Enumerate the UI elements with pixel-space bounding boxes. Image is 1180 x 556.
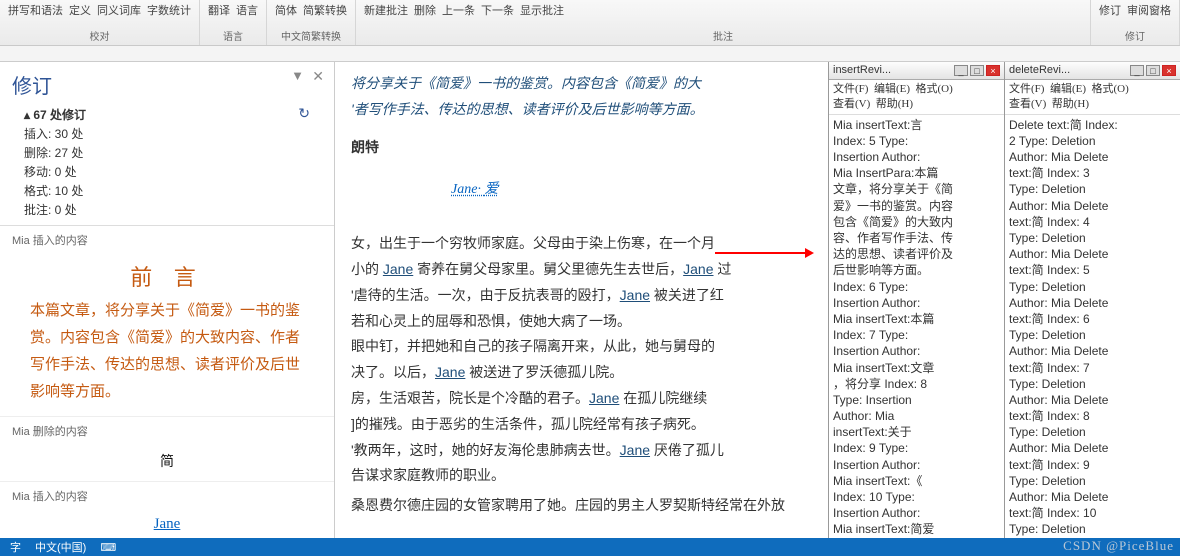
- jane-link[interactable]: Jane: [683, 261, 713, 277]
- jane-link[interactable]: Jane: [435, 364, 465, 380]
- notepad-menu[interactable]: 文件(F) 编辑(E) 格式(O) 查看(V) 帮助(H): [1005, 80, 1180, 115]
- doc-line: 告谋求家庭教师的职业。: [351, 464, 812, 488]
- t: 过: [714, 261, 732, 277]
- cmd-newcomment[interactable]: 新建批注: [364, 2, 408, 18]
- ribbon-group-conv: 简体 简繁转换 中文简繁转换: [267, 0, 356, 45]
- revisions-title: 修订: [12, 70, 322, 99]
- doc-author: 朗特: [351, 136, 812, 160]
- ribbon: 拼写和语法 定义 同义词库 字数统计 校对 翻译 语言 语言 简体 简繁转换 中…: [0, 0, 1180, 46]
- jane-link[interactable]: Jane: [451, 182, 477, 197]
- cmd-language[interactable]: 语言: [236, 2, 258, 18]
- t: 寄养在舅父母家里。舅父里德先生去世后，: [413, 261, 683, 277]
- close-icon[interactable]: ✕: [312, 68, 324, 85]
- rev-item-header: Mia 插入的内容: [0, 481, 334, 506]
- cmd-define[interactable]: 定义: [69, 2, 91, 18]
- delete-notepad: deleteRevi... _□× 文件(F) 编辑(E) 格式(O) 查看(V)…: [1004, 62, 1180, 538]
- jane-link[interactable]: Jane: [383, 261, 413, 277]
- group-label: 语言: [208, 28, 258, 43]
- group-label: 批注: [364, 28, 1082, 43]
- rev-item-header: Mia 插入的内容: [0, 226, 334, 250]
- status-lang[interactable]: 中文(中国): [35, 539, 86, 555]
- min-icon[interactable]: _: [954, 65, 968, 76]
- t: '虐待的生活。一次，由于反抗表哥的殴打，: [351, 287, 620, 303]
- status-bar: 字 中文(中国) ⌨: [0, 538, 1180, 556]
- notepad-title: insertRevi...: [833, 63, 891, 78]
- t: 在孤儿院继续: [619, 390, 707, 406]
- preface-title: 前 言: [30, 260, 304, 292]
- summary-del: 删除: 27 处: [24, 143, 310, 162]
- ai: 爱: [484, 182, 498, 197]
- t: '教两年，这时，她的好友海伦患肺病去世。: [351, 442, 620, 458]
- window-controls: _□×: [954, 65, 1000, 76]
- ribbon-group-comments: 新建批注 删除 上一条 下一条 显示批注 批注: [356, 0, 1091, 45]
- cmd-wordcount[interactable]: 字数统计: [147, 2, 191, 18]
- refresh-icon[interactable]: ↻: [298, 105, 310, 122]
- cmd-thesaurus[interactable]: 同义词库: [97, 2, 141, 18]
- min-icon[interactable]: _: [1130, 65, 1144, 76]
- close-icon[interactable]: ×: [986, 65, 1000, 76]
- notepad-title: deleteRevi...: [1009, 63, 1070, 78]
- preface-body: 本篇文章，将分享关于《简爱》一书的鉴赏。内容包含《简爱》的大致内容、作者写作手法…: [30, 298, 304, 406]
- ribbon-group-language: 翻译 语言 语言: [200, 0, 267, 45]
- ruler: [0, 46, 1180, 62]
- ribbon-group-track: 修订 审阅窗格 修订: [1091, 0, 1180, 45]
- t: 被送进了罗沃德孤儿院。: [465, 364, 623, 380]
- t: 小的: [351, 261, 383, 277]
- notepad-menu[interactable]: 文件(F) 编辑(E) 格式(O) 查看(V) 帮助(H): [829, 80, 1004, 115]
- cmd-simp[interactable]: 简体: [275, 2, 297, 18]
- close-icon[interactable]: ×: [1162, 65, 1176, 76]
- group-label: 修订: [1099, 28, 1171, 43]
- keyboard-icon[interactable]: ⌨: [100, 541, 116, 554]
- t: 决了。以后，: [351, 364, 435, 380]
- jane-link[interactable]: Jane: [620, 287, 650, 303]
- t: 被关进了红: [650, 287, 724, 303]
- summary-move: 移动: 0 处: [24, 162, 310, 181]
- notepad-body[interactable]: Mia insertText:言 Index: 5 Type: Insertio…: [829, 115, 1004, 538]
- rev-item-content[interactable]: 前 言 本篇文章，将分享关于《简爱》一书的鉴赏。内容包含《简爱》的大致内容、作者…: [0, 250, 334, 416]
- summary-count: 67 处修订: [33, 108, 86, 122]
- window-controls: _□×: [1130, 65, 1176, 76]
- notepad-body[interactable]: Delete text:简 Index: 2 Type: Deletion Au…: [1005, 115, 1180, 538]
- cmd-prev[interactable]: 上一条: [442, 2, 475, 18]
- summary-ins: 插入: 30 处: [24, 124, 310, 143]
- doc-line: '者写作手法、传达的思想、读者评价及后世影响等方面。: [351, 98, 812, 122]
- rev-item-content[interactable]: Jane: [0, 506, 334, 538]
- t: 房，生活艰苦，院长是个冷酷的君子。: [351, 390, 589, 406]
- revisions-pane: ▼ ✕ 修订 ↻ ▴ 67 处修订 插入: 30 处 删除: 27 处 移动: …: [0, 62, 335, 538]
- cmd-translate[interactable]: 翻译: [208, 2, 230, 18]
- pin-icon[interactable]: ▼: [291, 68, 304, 83]
- cmd-show[interactable]: 显示批注: [520, 2, 564, 18]
- max-icon[interactable]: □: [1146, 65, 1160, 76]
- status-chars[interactable]: 字: [10, 539, 21, 555]
- red-arrow: [715, 252, 811, 254]
- max-icon[interactable]: □: [970, 65, 984, 76]
- doc-line: 眼中钉，并把她和自己的孩子隔离开来，从此，她与舅母的: [351, 335, 812, 359]
- group-label: 校对: [8, 28, 191, 43]
- insert-notepad: insertRevi... _□× 文件(F) 编辑(E) 格式(O) 查看(V)…: [828, 62, 1004, 538]
- jane-link[interactable]: Jane: [620, 442, 650, 458]
- document-area[interactable]: 将分享关于《简爱》一书的鉴赏。内容包含《简爱》的大 '者写作手法、传达的思想、读…: [335, 62, 828, 538]
- revisions-summary: ↻ ▴ 67 处修订 插入: 30 处 删除: 27 处 移动: 0 处 格式:…: [0, 103, 334, 226]
- rev-item-content[interactable]: 简: [0, 441, 334, 481]
- summary-format: 格式: 10 处: [24, 181, 310, 200]
- cmd-track[interactable]: 修订: [1099, 2, 1121, 18]
- cmd-delete[interactable]: 删除: [414, 2, 436, 18]
- jane-link[interactable]: Jane: [589, 390, 619, 406]
- t: 厌倦了孤儿: [650, 442, 724, 458]
- cmd-spelling[interactable]: 拼写和语法: [8, 2, 63, 18]
- cmd-next[interactable]: 下一条: [481, 2, 514, 18]
- jane-text: Jane: [154, 516, 181, 532]
- ribbon-group-proof: 拼写和语法 定义 同义词库 字数统计 校对: [0, 0, 200, 45]
- summary-comment: 批注: 0 处: [24, 200, 310, 219]
- rev-item-header: Mia 删除的内容: [0, 416, 334, 441]
- cmd-conv[interactable]: 简繁转换: [303, 2, 347, 18]
- doc-line: 若和心灵上的屈辱和恐惧，使她大病了一场。: [351, 310, 812, 334]
- group-label: 中文简繁转换: [275, 28, 347, 43]
- doc-line: ]的摧残。由于恶劣的生活条件，孤儿院经常有孩子病死。: [351, 413, 812, 437]
- doc-line: 将分享关于《简爱》一书的鉴赏。内容包含《简爱》的大: [351, 72, 812, 96]
- doc-line: 桑恩费尔德庄园的女管家聘用了她。庄园的男主人罗契斯特经常在外放: [351, 494, 812, 518]
- cmd-reviewpane[interactable]: 审阅窗格: [1127, 2, 1171, 18]
